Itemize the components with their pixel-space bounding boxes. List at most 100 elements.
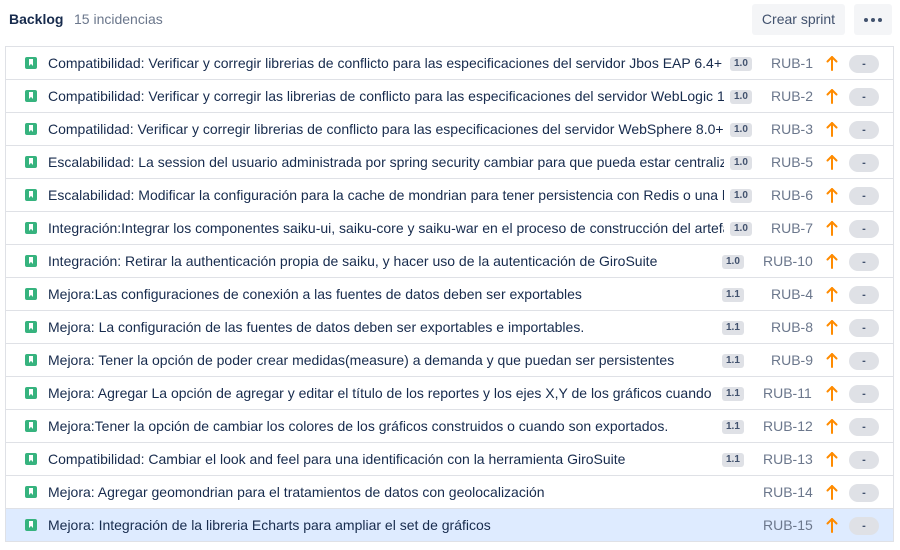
issue-row[interactable]: Mejora:Las configuraciones de conexión a… xyxy=(6,278,893,311)
issue-row[interactable]: Integración:Integrar los componentes sai… xyxy=(6,212,893,245)
fix-version-badge: 1.1 xyxy=(722,420,744,434)
issue-row[interactable]: Mejora:Tener la opción de cambiar los co… xyxy=(6,410,893,443)
priority-high-icon xyxy=(826,353,838,368)
estimate-badge: - xyxy=(849,385,879,403)
estimate-badge: - xyxy=(849,55,879,73)
backlog-header: Backlog 15 incidencias Crear sprint xyxy=(0,0,900,40)
story-icon xyxy=(25,387,37,399)
issue-count: 15 incidencias xyxy=(74,11,163,27)
issue-row[interactable]: Mejora: Integración de la libreria Echar… xyxy=(6,509,893,542)
backlog-title: Backlog xyxy=(9,11,64,27)
more-horizontal-icon xyxy=(864,17,882,22)
create-sprint-button[interactable]: Crear sprint xyxy=(752,4,845,35)
priority-high-icon xyxy=(826,188,838,203)
issue-summary[interactable]: Mejora: Integración de la libreria Echar… xyxy=(48,509,748,541)
issue-summary[interactable]: Escalabilidad: La session del usuario ad… xyxy=(48,146,724,178)
priority-high-icon xyxy=(826,287,838,302)
story-icon xyxy=(25,486,37,498)
issue-row[interactable]: Mejora: La configuración de las fuentes … xyxy=(6,311,893,344)
estimate-badge: - xyxy=(849,418,879,436)
priority-high-icon xyxy=(826,56,838,71)
issue-summary[interactable]: Integración: Retirar la authenticación p… xyxy=(48,245,716,277)
issue-row[interactable]: Mejora: Agregar La opción de agregar y e… xyxy=(6,377,893,410)
estimate-badge: - xyxy=(849,154,879,172)
story-icon xyxy=(25,354,37,366)
estimate-badge: - xyxy=(849,352,879,370)
estimate-badge: - xyxy=(849,121,879,139)
issue-key[interactable]: RUB-5 xyxy=(771,146,813,178)
issue-row[interactable]: Escalabilidad: La session del usuario ad… xyxy=(6,146,893,179)
issue-row[interactable]: Compatibilidad: Verificar y corregir las… xyxy=(6,80,893,113)
issue-summary[interactable]: Compatibilidad: Verificar y corregir las… xyxy=(48,80,724,112)
issue-summary[interactable]: Compatilidad: Verificar y corregir libre… xyxy=(48,113,724,145)
issue-row[interactable]: Mejora: Agregar geomondrian para el trat… xyxy=(6,476,893,509)
priority-high-icon xyxy=(826,485,838,500)
priority-high-icon xyxy=(826,320,838,335)
issue-key[interactable]: RUB-6 xyxy=(771,179,813,211)
fix-version-badge: 1.1 xyxy=(722,453,744,467)
fix-version-badge: 1.1 xyxy=(722,288,744,302)
issue-row[interactable]: Compatilidad: Verificar y corregir libre… xyxy=(6,113,893,146)
priority-high-icon xyxy=(826,452,838,467)
story-icon xyxy=(25,189,37,201)
estimate-badge: - xyxy=(849,319,879,337)
issue-key[interactable]: RUB-9 xyxy=(771,344,813,376)
story-icon xyxy=(25,519,37,531)
issue-row[interactable]: Escalabilidad: Modificar la configuració… xyxy=(6,179,893,212)
issue-key[interactable]: RUB-14 xyxy=(763,476,813,508)
issue-key[interactable]: RUB-8 xyxy=(771,311,813,343)
story-icon xyxy=(25,57,37,69)
issue-summary[interactable]: Mejora: Agregar La opción de agregar y e… xyxy=(48,377,716,409)
issue-summary[interactable]: Compatibilidad: Verificar y corregir lib… xyxy=(48,47,724,79)
issue-key[interactable]: RUB-4 xyxy=(771,278,813,310)
issue-key[interactable]: RUB-11 xyxy=(763,377,812,409)
fix-version-badge: 1.0 xyxy=(730,222,752,236)
issue-row[interactable]: Mejora: Tener la opción de poder crear m… xyxy=(6,344,893,377)
issue-key[interactable]: RUB-7 xyxy=(771,212,813,244)
estimate-badge: - xyxy=(849,484,879,502)
fix-version-badge: 1.1 xyxy=(722,354,744,368)
priority-high-icon xyxy=(826,155,838,170)
issue-summary[interactable]: Compatibilidad: Cambiar el look and feel… xyxy=(48,443,716,475)
issue-key[interactable]: RUB-10 xyxy=(763,245,813,277)
issue-summary[interactable]: Mejora:Tener la opción de cambiar los co… xyxy=(48,410,716,442)
story-icon xyxy=(25,288,37,300)
issue-summary[interactable]: Mejora: Agregar geomondrian para el trat… xyxy=(48,476,748,508)
issue-summary[interactable]: Mejora: La configuración de las fuentes … xyxy=(48,311,724,343)
story-icon xyxy=(25,453,37,465)
issue-key[interactable]: RUB-15 xyxy=(763,509,813,541)
issue-key[interactable]: RUB-12 xyxy=(763,410,813,442)
fix-version-badge: 1.1 xyxy=(722,321,744,335)
fix-version-badge: 1.0 xyxy=(730,189,752,203)
backlog-issue-list: Compatibilidad: Verificar y corregir lib… xyxy=(5,46,894,542)
issue-row[interactable]: Compatibilidad: Cambiar el look and feel… xyxy=(6,443,893,476)
story-icon xyxy=(25,321,37,333)
priority-high-icon xyxy=(826,89,838,104)
estimate-badge: - xyxy=(849,253,879,271)
estimate-badge: - xyxy=(849,88,879,106)
issue-summary[interactable]: Escalabilidad: Modificar la configuració… xyxy=(48,179,724,211)
issue-row[interactable]: Integración: Retirar la authenticación p… xyxy=(6,245,893,278)
issue-summary[interactable]: Mejora: Tener la opción de poder crear m… xyxy=(48,344,724,376)
priority-high-icon xyxy=(826,254,838,269)
story-icon xyxy=(25,420,37,432)
issue-summary[interactable]: Mejora:Las configuraciones de conexión a… xyxy=(48,278,724,310)
story-icon xyxy=(25,255,37,267)
story-icon xyxy=(25,222,37,234)
more-options-button[interactable] xyxy=(854,4,892,35)
fix-version-badge: 1.0 xyxy=(722,255,744,269)
issue-key[interactable]: RUB-2 xyxy=(771,80,813,112)
issue-summary[interactable]: Integración:Integrar los componentes sai… xyxy=(48,212,724,244)
story-icon xyxy=(25,123,37,135)
issue-key[interactable]: RUB-3 xyxy=(771,113,813,145)
fix-version-badge: 1.0 xyxy=(730,57,752,71)
fix-version-badge: 1.0 xyxy=(730,156,752,170)
issue-row[interactable]: Compatibilidad: Verificar y corregir lib… xyxy=(6,47,893,80)
priority-high-icon xyxy=(826,386,838,401)
issue-key[interactable]: RUB-1 xyxy=(771,47,813,79)
story-icon xyxy=(25,156,37,168)
issue-key[interactable]: RUB-13 xyxy=(763,443,813,475)
fix-version-badge: 1.0 xyxy=(730,123,752,137)
priority-high-icon xyxy=(826,221,838,236)
fix-version-badge: 1.0 xyxy=(730,90,752,104)
